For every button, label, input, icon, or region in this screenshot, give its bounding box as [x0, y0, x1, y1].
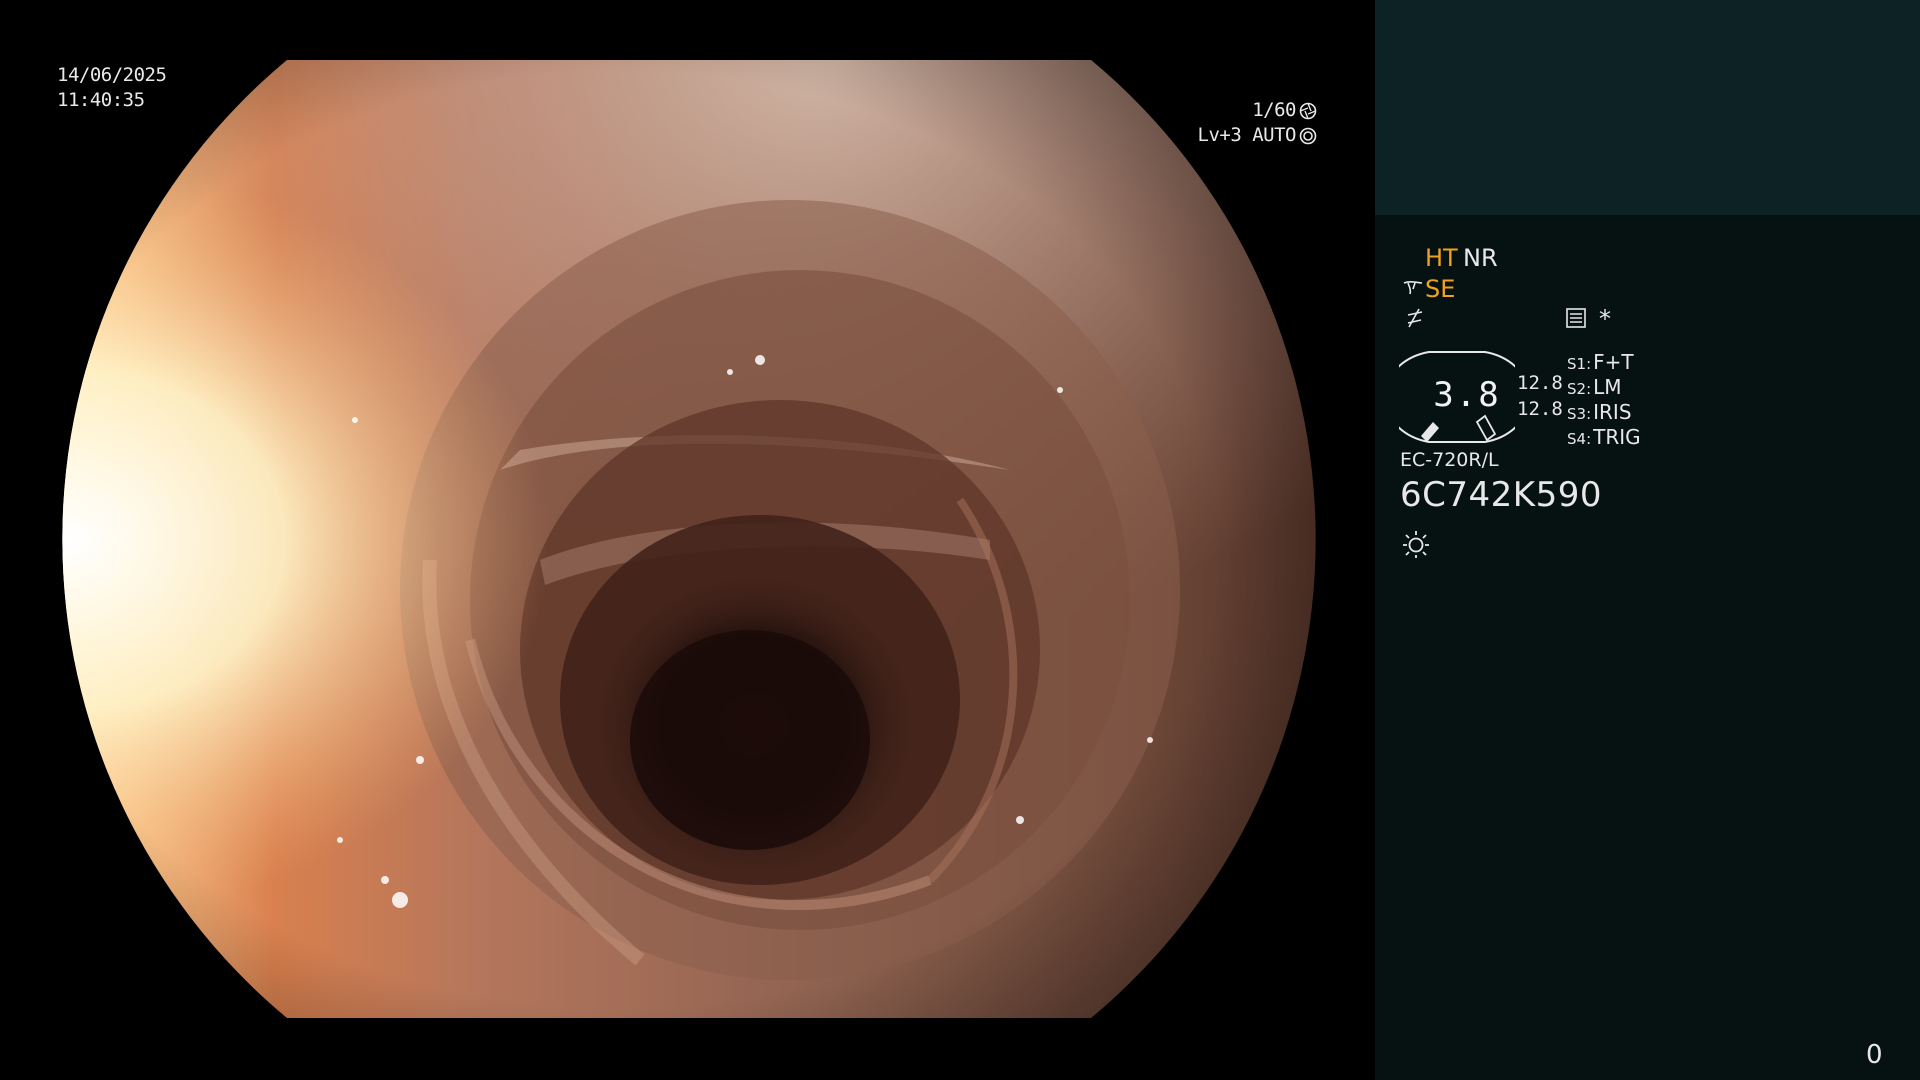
- exposure-display: 1/60 Lv+3 AUTO: [1198, 98, 1317, 148]
- switch-value: LM: [1593, 375, 1622, 399]
- date-time-display: 14/06/2025 11:40:35: [57, 63, 167, 113]
- gauge-value: 3.8: [1433, 375, 1501, 415]
- time-text: 11:40:35: [57, 89, 145, 111]
- switch-value: IRIS: [1593, 400, 1632, 424]
- se-mode-icon: [1403, 281, 1423, 295]
- value-b: 12.8: [1517, 398, 1563, 420]
- endoscopic-image: [62, 60, 1316, 1018]
- se-mode-label: SE: [1425, 275, 1456, 303]
- switch-value: TRIG: [1593, 425, 1641, 449]
- shutter-speed-text: 1/60: [1252, 99, 1296, 121]
- switch-row: S3: IRIS: [1567, 400, 1632, 424]
- switch-row: S4: TRIG: [1567, 425, 1641, 449]
- level-mode-text: Lv+3 AUTO: [1197, 124, 1297, 146]
- switch-row: S1: F+T: [1567, 350, 1634, 374]
- endoscopy-screen: 14/06/2025 11:40:35 1/60 Lv+3 AUTO HT NR…: [0, 0, 1920, 1080]
- switch-key: S4:: [1567, 430, 1592, 448]
- value-a: 12.8: [1517, 372, 1563, 394]
- thumbnail-area: [1375, 0, 1920, 215]
- endoscope-view: 14/06/2025 11:40:35 1/60 Lv+3 AUTO: [0, 0, 1375, 1080]
- lightning-icon: [1407, 308, 1423, 328]
- switch-value: F+T: [1593, 350, 1634, 374]
- aperture-icon: [1299, 102, 1317, 119]
- switch-key: S1:: [1567, 355, 1592, 373]
- ht-mode-label: HT: [1425, 244, 1458, 272]
- switch-row: S2: LM: [1567, 375, 1622, 399]
- date-text: 14/06/2025: [57, 64, 167, 86]
- scope-model: EC-720R/L: [1400, 449, 1499, 471]
- info-panel: HT NR SE * 3.8 12.8 12.8 S1: F+T S2: LM S3: [1375, 215, 1920, 1080]
- auto-iris-icon: [1299, 127, 1317, 144]
- switch-key: S2:: [1567, 380, 1592, 398]
- scope-serial: 6C742K590: [1400, 475, 1602, 515]
- frame-counter: 0: [1866, 1040, 1883, 1070]
- menu-icon: [1566, 308, 1586, 328]
- nr-mode-label: NR: [1463, 244, 1498, 272]
- switch-key: S3:: [1567, 405, 1592, 423]
- star-indicator: *: [1599, 305, 1611, 333]
- light-icon: [1403, 531, 1429, 558]
